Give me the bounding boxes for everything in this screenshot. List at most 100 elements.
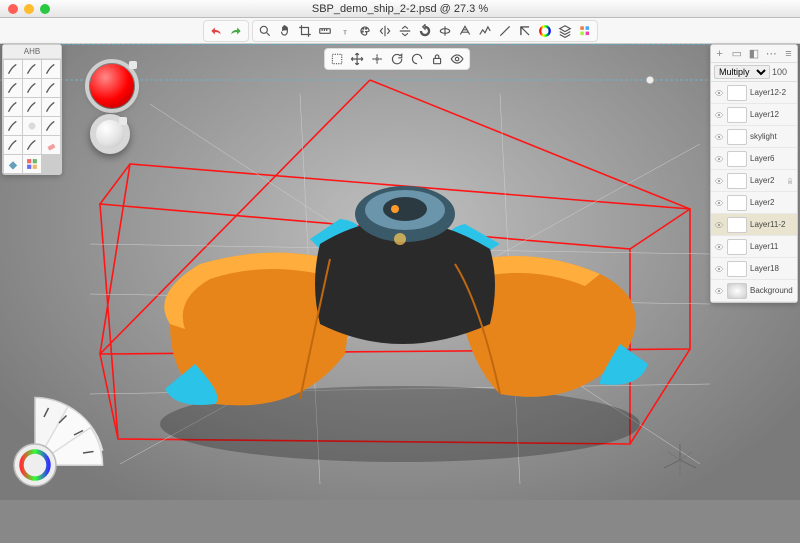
- undo-button[interactable]: [207, 22, 225, 40]
- layer-visibility-icon[interactable]: [714, 132, 724, 142]
- brush-air[interactable]: [23, 117, 41, 135]
- layer-row[interactable]: Layer12: [711, 104, 797, 126]
- brush-tex[interactable]: [4, 136, 22, 154]
- transform-toolbar: [324, 48, 470, 70]
- center-tool[interactable]: [368, 50, 386, 68]
- close-window-button[interactable]: [8, 4, 18, 14]
- folder-button[interactable]: ▭: [728, 47, 745, 60]
- horizon-guide[interactable]: [62, 44, 710, 45]
- layer-visibility-icon[interactable]: [714, 176, 724, 186]
- minimize-window-button[interactable]: [24, 4, 34, 14]
- layer-row[interactable]: Layer11: [711, 236, 797, 258]
- lock-tool[interactable]: [428, 50, 446, 68]
- layer-visibility-icon[interactable]: [714, 198, 724, 208]
- brush-color[interactable]: [23, 155, 41, 173]
- color-palette-tool[interactable]: [356, 22, 374, 40]
- layer-row[interactable]: Background: [711, 280, 797, 302]
- layer-row[interactable]: Layer2: [711, 192, 797, 214]
- brush-pen[interactable]: [42, 60, 60, 78]
- layer-row[interactable]: Layer18: [711, 258, 797, 280]
- rotate-num-tool[interactable]: [408, 50, 426, 68]
- layer-row[interactable]: Layer6: [711, 148, 797, 170]
- opacity-value[interactable]: 100: [772, 67, 794, 77]
- layer-visibility-icon[interactable]: [714, 242, 724, 252]
- polyline-tool[interactable]: [476, 22, 494, 40]
- brush-wide[interactable]: [42, 117, 60, 135]
- maximize-window-button[interactable]: [40, 4, 50, 14]
- brush-fill[interactable]: [4, 155, 22, 173]
- image-layer-button[interactable]: ◧: [745, 47, 762, 60]
- brush-ink[interactable]: [4, 79, 22, 97]
- layer-thumbnail: [727, 151, 747, 167]
- line-tool[interactable]: [496, 22, 514, 40]
- layer-thumbnail: [727, 173, 747, 189]
- brush-erase[interactable]: [42, 136, 60, 154]
- tools-group: T: [252, 20, 598, 42]
- marking-menu[interactable]: [0, 390, 110, 540]
- layer-row[interactable]: skylight: [711, 126, 797, 148]
- layer-visibility-icon[interactable]: [714, 286, 724, 296]
- layer-name: Background: [750, 286, 794, 295]
- layers-panel: + ▭ ◧ ⋯ ≡ Multiply 100 Layer12-2 Layer12 s…: [710, 44, 798, 303]
- color-pucks: [90, 64, 134, 160]
- layer-visibility-icon[interactable]: [714, 110, 724, 120]
- brush-brush-soft[interactable]: [23, 79, 41, 97]
- layer-name: Layer12: [750, 110, 794, 119]
- brush-palette: AHB: [2, 44, 62, 175]
- redo-button[interactable]: [227, 22, 245, 40]
- layer-visibility-icon[interactable]: [714, 154, 724, 164]
- text-tool[interactable]: T: [336, 22, 354, 40]
- color-ring-button[interactable]: [536, 22, 554, 40]
- layer-name: skylight: [750, 132, 794, 141]
- window-titlebar: SBP_demo_ship_2-2.psd @ 27.3 %: [0, 0, 800, 18]
- flip-horizontal-button[interactable]: [376, 22, 394, 40]
- brush-marker[interactable]: [23, 60, 41, 78]
- history-group: [203, 20, 249, 42]
- ellipse-guide-tool[interactable]: [436, 22, 454, 40]
- flip-vertical-button[interactable]: [396, 22, 414, 40]
- gradient-tool[interactable]: [516, 22, 534, 40]
- crop-tool[interactable]: [296, 22, 314, 40]
- layer-thumbnail: [727, 217, 747, 233]
- rotate-button[interactable]: [416, 22, 434, 40]
- add-layer-button[interactable]: +: [711, 48, 728, 60]
- ruler-tool[interactable]: [316, 22, 334, 40]
- grid-editor-button[interactable]: [576, 22, 594, 40]
- blend-mode-select[interactable]: Multiply: [714, 65, 770, 79]
- brush-wash[interactable]: [4, 117, 22, 135]
- move-tool[interactable]: [348, 50, 366, 68]
- more-layer-button[interactable]: ⋯: [763, 47, 780, 60]
- layer-name: Layer2: [750, 198, 794, 207]
- secondary-color-puck[interactable]: [90, 114, 130, 154]
- layer-row[interactable]: Layer2: [711, 170, 797, 192]
- layer-thumbnail: [727, 261, 747, 277]
- nav-gizmo[interactable]: [660, 440, 700, 480]
- layer-thumbnail: [727, 283, 747, 299]
- lock-icon: [786, 177, 794, 185]
- brush-dots[interactable]: [23, 98, 41, 116]
- layer-name: Layer18: [750, 264, 794, 273]
- layer-visibility-icon[interactable]: [714, 88, 724, 98]
- layer-name: Layer11-2: [750, 220, 794, 229]
- brush-line-fine[interactable]: [42, 98, 60, 116]
- layer-visibility-icon[interactable]: [714, 220, 724, 230]
- window-title: SBP_demo_ship_2-2.psd @ 27.3 %: [0, 3, 800, 15]
- layer-visibility-icon[interactable]: [714, 264, 724, 274]
- brush-brush-hard[interactable]: [42, 79, 60, 97]
- visibility-tool[interactable]: [448, 50, 466, 68]
- layers-button[interactable]: [556, 22, 574, 40]
- layer-name: Layer12-2: [750, 88, 794, 97]
- rotate-tool[interactable]: [388, 50, 406, 68]
- zoom-tool[interactable]: [256, 22, 274, 40]
- perspective-tool[interactable]: [456, 22, 474, 40]
- layer-row[interactable]: Layer12-2: [711, 82, 797, 104]
- layer-menu-button[interactable]: ≡: [780, 48, 797, 60]
- layer-name: Layer6: [750, 154, 794, 163]
- brush-pencil[interactable]: [4, 60, 22, 78]
- primary-color-puck[interactable]: [90, 64, 134, 108]
- hand-tool[interactable]: [276, 22, 294, 40]
- brush-blob[interactable]: [4, 98, 22, 116]
- brush-smudge[interactable]: [23, 136, 41, 154]
- layer-row[interactable]: Layer11-2: [711, 214, 797, 236]
- select-rect-tool[interactable]: [328, 50, 346, 68]
